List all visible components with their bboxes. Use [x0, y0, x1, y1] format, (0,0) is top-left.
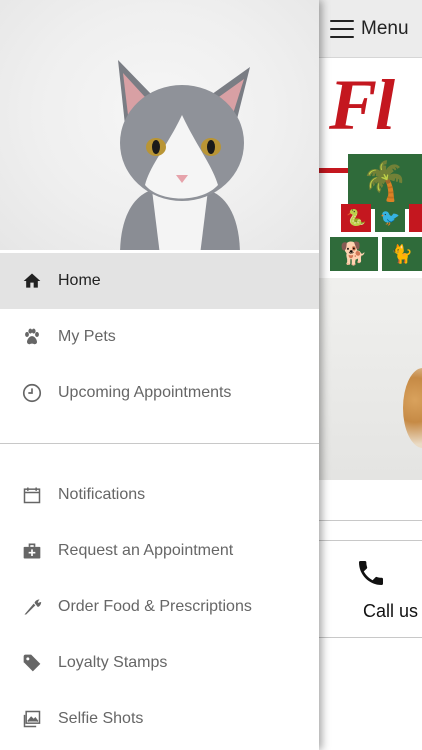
menu-item-label: My Pets — [58, 328, 116, 345]
menu-section-divider — [0, 443, 319, 444]
menu-item-request-appointment[interactable]: Request an Appointment — [0, 523, 319, 579]
app-screen: Menu Fl 🌴 🐍 🐦 🐕 🐈 Call us Home My Pets U… — [0, 0, 422, 750]
menu-button-label[interactable]: Menu — [361, 18, 409, 40]
phone-icon — [351, 553, 391, 593]
logo-script-mark: Fl — [329, 65, 395, 145]
drawer-header-photo — [0, 0, 319, 250]
secondary-menu: Notifications Request an Appointment Ord… — [0, 467, 319, 747]
home-icon — [21, 270, 43, 292]
dog-icon: 🐕 — [330, 237, 378, 271]
hamburger-icon[interactable] — [330, 19, 354, 38]
clock-icon — [21, 382, 43, 404]
call-us-label: Call us — [362, 601, 419, 621]
call-us-button[interactable]: Call us — [319, 541, 422, 637]
menu-item-selfie-shots[interactable]: Selfie Shots — [0, 691, 319, 747]
clinic-logo: Fl 🌴 🐍 🐦 🐕 🐈 — [319, 58, 422, 278]
bird-icon: 🐦 — [375, 204, 405, 232]
calendar-icon — [21, 484, 43, 506]
menu-item-label: Home — [58, 272, 101, 289]
menu-item-notifications[interactable]: Notifications — [0, 467, 319, 523]
hero-banner: Fl 🌴 🐍 🐦 🐕 🐈 — [319, 58, 422, 480]
cat-photo — [118, 60, 250, 250]
menu-item-home[interactable]: Home — [0, 253, 319, 309]
primary-menu: Home My Pets Upcoming Appointments — [0, 253, 319, 421]
medical-kit-icon — [21, 540, 43, 562]
divider — [319, 520, 422, 521]
menu-item-order-food[interactable]: Order Food & Prescriptions — [0, 579, 319, 635]
pet-photo-edge — [403, 368, 422, 448]
menu-item-label: Notifications — [58, 486, 146, 503]
menu-item-upcoming-appointments[interactable]: Upcoming Appointments — [0, 365, 319, 421]
carrot-icon — [21, 596, 43, 618]
menu-item-loyalty-stamps[interactable]: Loyalty Stamps — [0, 635, 319, 691]
menu-item-label: Upcoming Appointments — [58, 384, 232, 401]
logo-tile — [409, 204, 422, 232]
snake-icon: 🐍 — [341, 204, 371, 232]
photos-icon — [21, 708, 43, 730]
top-bar: Menu — [319, 0, 422, 58]
navigation-drawer: Home My Pets Upcoming Appointments Notif… — [0, 0, 319, 750]
menu-item-label: Loyalty Stamps — [58, 654, 168, 671]
cat-silhouette-icon: 🐈 — [382, 237, 422, 271]
divider — [319, 637, 422, 638]
menu-item-label: Selfie Shots — [58, 710, 144, 727]
main-content: Menu Fl 🌴 🐍 🐦 🐕 🐈 Call us — [319, 0, 422, 750]
menu-item-my-pets[interactable]: My Pets — [0, 309, 319, 365]
menu-item-label: Request an Appointment — [58, 542, 234, 559]
menu-item-label: Order Food & Prescriptions — [58, 598, 252, 615]
paw-icon — [21, 326, 43, 348]
tag-icon — [21, 652, 43, 674]
palm-tree-icon: 🌴 — [348, 154, 422, 209]
